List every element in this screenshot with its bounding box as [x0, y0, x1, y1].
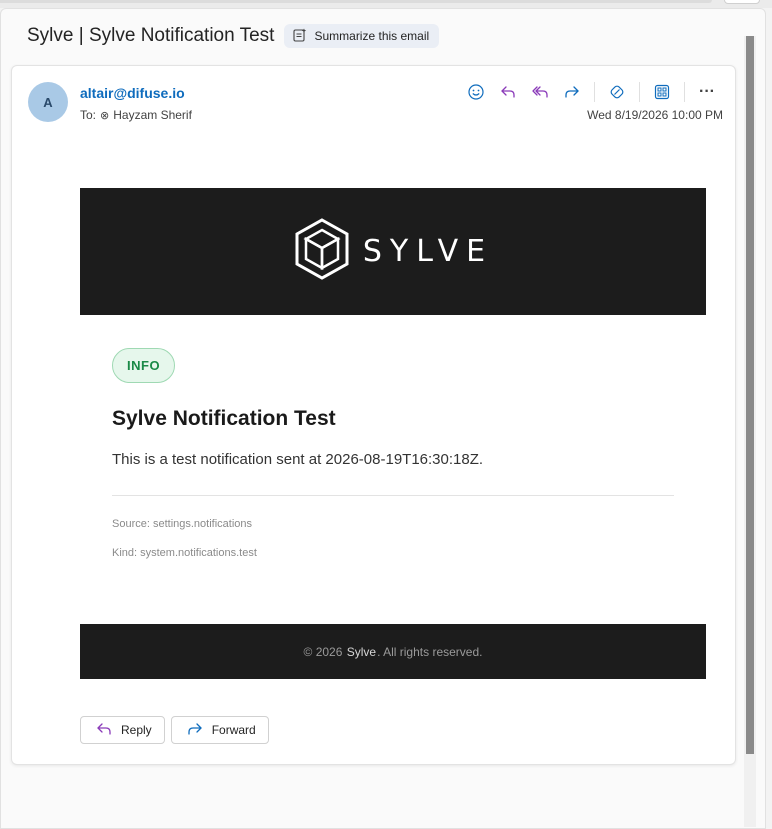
source-meta: Source: settings.notifications [112, 518, 253, 530]
brand-wordmark: SYLVE [362, 234, 494, 269]
footer-rights: . All rights reserved. [377, 644, 483, 659]
toolbar-separator [594, 82, 595, 102]
recipient-remove-icon: ⊗ [100, 109, 110, 122]
footer-brand: Sylve [346, 644, 377, 659]
notification-content: INFO Sylve Notification Test This is a t… [80, 315, 706, 624]
toolbar-separator [639, 82, 640, 102]
quick-actions: Reply Forward [80, 716, 269, 744]
top-window-edge [0, 0, 772, 8]
notification-message: This is a test notification sent at 2026… [112, 451, 484, 468]
message-actions: ··· [460, 80, 723, 104]
reply-icon[interactable] [492, 80, 524, 104]
message-card: A altair@difuse.io To: ⊗ Hayzam Sherif ·… [11, 65, 736, 765]
reply-button[interactable]: Reply [80, 716, 165, 744]
forward-icon[interactable] [556, 80, 588, 104]
sender-address[interactable]: altair@difuse.io [80, 85, 185, 101]
to-prefix: To: [80, 108, 97, 122]
severity-badge: INFO [112, 348, 176, 383]
to-line: To: ⊗ Hayzam Sherif [80, 108, 192, 122]
apps-icon[interactable] [646, 80, 678, 104]
summarize-label: Summarize this email [314, 29, 430, 43]
footer-copyright: © 2026 [303, 644, 343, 659]
top-edge-bar [0, 0, 712, 3]
email-footer: © 2026 Sylve. All rights reserved. [80, 624, 706, 679]
email-subject: Sylve | Sylve Notification Test [27, 25, 275, 46]
recipient-name[interactable]: Hayzam Sherif [113, 108, 192, 122]
email-html-body: SYLVE INFO Sylve Notification Test This … [80, 188, 706, 679]
notification-title: Sylve Notification Test [112, 407, 336, 430]
forward-label: Forward [211, 723, 256, 737]
kind-meta: Kind: system.notifications.test [112, 547, 257, 559]
toolbar-separator [684, 82, 685, 102]
loop-icon[interactable] [601, 80, 633, 104]
smiley-icon[interactable] [460, 80, 492, 104]
scrollbar-thumb[interactable] [746, 36, 754, 754]
sylve-logo-icon [293, 218, 351, 285]
brand-banner: SYLVE [80, 188, 706, 315]
summarize-button[interactable]: Summarize this email [284, 24, 440, 48]
reply-all-icon[interactable] [524, 80, 556, 104]
more-icon[interactable]: ··· [691, 80, 723, 104]
avatar[interactable]: A [28, 82, 68, 122]
received-date: Wed 8/19/2026 10:00 PM [587, 108, 723, 122]
reply-label: Reply [121, 723, 152, 737]
forward-button[interactable]: Forward [170, 716, 269, 744]
top-edge-knob[interactable] [724, 0, 760, 4]
forward-icon [186, 721, 204, 740]
content-divider [112, 495, 674, 496]
reply-icon [95, 721, 113, 740]
subject-row: Sylve | Sylve Notification Test Summariz… [27, 22, 440, 50]
summarize-icon [292, 27, 308, 46]
